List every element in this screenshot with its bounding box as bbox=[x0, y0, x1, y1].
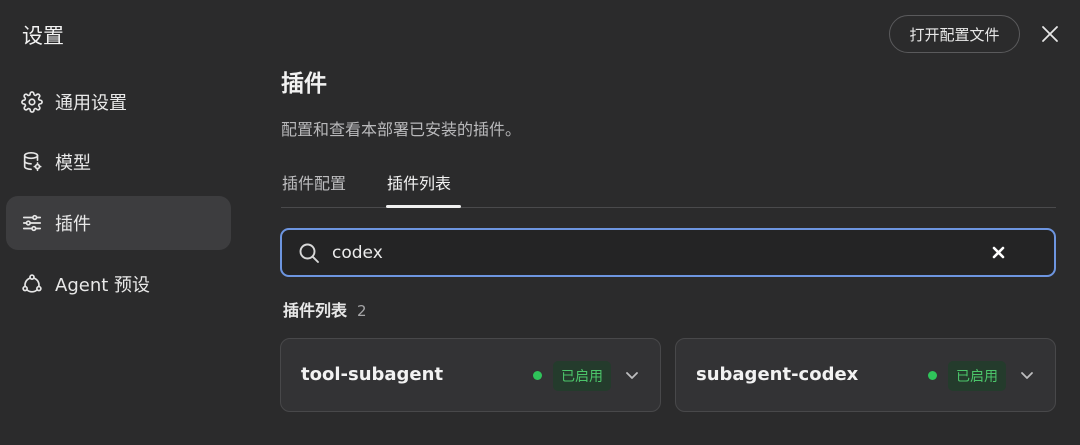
status-dot bbox=[533, 371, 542, 380]
plugin-card-subagent-codex[interactable]: subagent-codex 已启用 bbox=[675, 338, 1056, 412]
database-icon bbox=[21, 151, 43, 173]
search-input[interactable] bbox=[332, 230, 972, 275]
settings-window: 设置 通用设置 模型 插件 Agent 预设 打开配置文件 插件 配置和查看本部… bbox=[0, 0, 1080, 445]
chevron-down-icon bbox=[626, 371, 638, 379]
tab-plugin-list[interactable]: 插件列表 bbox=[387, 170, 451, 194]
page-title: 插件 bbox=[281, 71, 327, 97]
sidebar-title: 设置 bbox=[22, 24, 64, 48]
clear-icon bbox=[992, 246, 1004, 258]
sidebar-item-general[interactable]: 通用设置 bbox=[6, 75, 231, 129]
search-icon bbox=[299, 243, 319, 263]
status-dot bbox=[928, 371, 937, 380]
tab-bar: 插件配置 插件列表 bbox=[281, 160, 1056, 208]
expand-button[interactable] bbox=[1018, 366, 1036, 384]
search-box bbox=[280, 228, 1056, 277]
status-badge: 已启用 bbox=[553, 361, 611, 391]
sidebar-item-plugins[interactable]: 插件 bbox=[6, 196, 231, 250]
plugin-name: tool-subagent bbox=[301, 364, 444, 385]
sidebar-item-models[interactable]: 模型 bbox=[6, 135, 231, 189]
plugin-card-tool-subagent[interactable]: tool-subagent 已启用 bbox=[280, 338, 661, 412]
gear-icon bbox=[21, 91, 43, 113]
agent-network-icon bbox=[21, 273, 43, 295]
sidebar-item-label: 模型 bbox=[55, 153, 91, 174]
page-description: 配置和查看本部署已安装的插件。 bbox=[281, 120, 522, 139]
tab-plugin-config[interactable]: 插件配置 bbox=[282, 170, 346, 194]
sidebar-item-agent-presets[interactable]: Agent 预设 bbox=[6, 257, 231, 311]
sidebar: 设置 通用设置 模型 插件 Agent 预设 bbox=[0, 0, 245, 445]
plugin-count: 2 bbox=[357, 302, 367, 320]
close-button[interactable] bbox=[1038, 22, 1062, 46]
chevron-down-icon bbox=[1021, 371, 1033, 379]
plugin-name: subagent-codex bbox=[696, 364, 859, 385]
expand-button[interactable] bbox=[623, 366, 641, 384]
sliders-icon bbox=[21, 212, 43, 234]
sidebar-item-label: 插件 bbox=[55, 214, 91, 235]
status-badge: 已启用 bbox=[948, 361, 1006, 391]
open-config-file-button[interactable]: 打开配置文件 bbox=[889, 15, 1020, 53]
active-tab-indicator bbox=[386, 205, 461, 208]
clear-search-button[interactable] bbox=[988, 242, 1008, 262]
sidebar-item-label: Agent 预设 bbox=[55, 275, 151, 296]
close-icon bbox=[1042, 26, 1058, 42]
sidebar-item-label: 通用设置 bbox=[55, 93, 127, 114]
plugin-list-title: 插件列表 bbox=[283, 301, 348, 320]
plugin-list-header: 插件列表 2 bbox=[283, 297, 367, 321]
